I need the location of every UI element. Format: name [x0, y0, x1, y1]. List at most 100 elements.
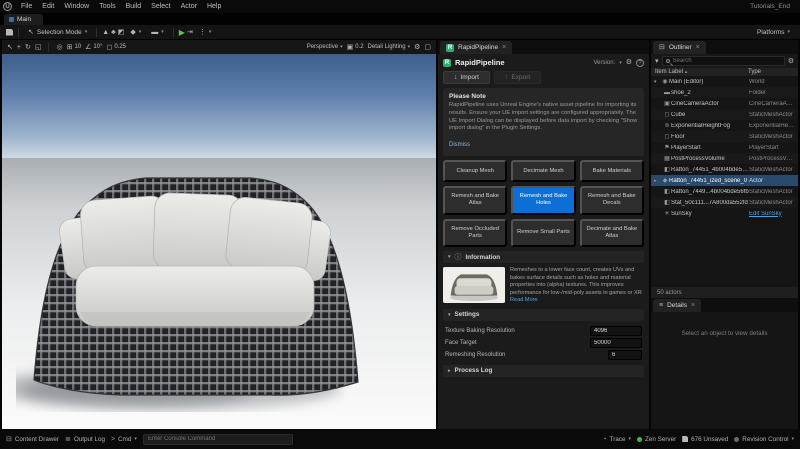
trace-dropdown[interactable]: ◔ Trace ▾ — [602, 436, 631, 443]
outliner-search-box[interactable] — [661, 56, 785, 66]
outliner-row-main[interactable]: ▾ ◉ Main (Editor) World — [651, 76, 798, 87]
zen-server-status[interactable]: Zen Server — [637, 436, 676, 443]
filter-icon[interactable]: ▾ — [655, 58, 659, 65]
cmd-dropdown[interactable]: > Cmd ▾ — [111, 436, 137, 443]
close-icon[interactable]: × — [502, 44, 506, 51]
move-tool-icon[interactable]: + — [17, 44, 21, 51]
outliner-search-input[interactable] — [672, 58, 781, 64]
outliner-row-ratton-mesh2[interactable]: ◧ Ratton_7449...4b004bde56fb StaticMeshA… — [651, 186, 798, 197]
scale-snap-toggle[interactable]: ◻ 0.25 — [107, 44, 127, 51]
world-coordinate-icon[interactable]: ◎ — [56, 44, 62, 51]
action-decimate-mesh[interactable]: Decimate Mesh — [511, 160, 576, 183]
foliage-mode-icon[interactable]: ♣ — [111, 29, 116, 36]
menu-window[interactable]: Window — [59, 0, 94, 13]
console-command-input[interactable] — [147, 436, 288, 442]
outliner-row-postprocess[interactable]: ▦ PostProcessVolume PostProcessVolume — [651, 153, 798, 164]
selection-mode-dropdown[interactable]: ↖ Selection Mode ▾ — [24, 26, 91, 38]
console-command-box[interactable] — [142, 433, 293, 445]
outliner-row-shoe2[interactable]: ▬ shoe_2 Folder — [651, 87, 798, 98]
plugin-settings-gear-icon[interactable]: ⚙ — [626, 59, 632, 66]
info-thumbnail — [443, 267, 505, 304]
chevron-right-icon[interactable]: ▸ — [654, 178, 661, 184]
menu-file[interactable]: File — [16, 0, 37, 13]
rattan-sofa-model[interactable] — [16, 150, 372, 412]
unsaved-changes-button[interactable]: 676 Unsaved — [682, 436, 728, 443]
camera-speed-control[interactable]: ▣ 0.2 — [347, 44, 364, 51]
menu-tools[interactable]: Tools — [94, 0, 120, 13]
tab-outliner[interactable]: ⊟ Outliner × — [653, 41, 706, 54]
rotate-tool-icon[interactable]: ↻ — [25, 44, 31, 51]
viewport-canvas[interactable] — [2, 54, 436, 429]
frame-skip-button[interactable]: ⇥ — [187, 29, 193, 36]
action-bake-materials[interactable]: Bake Materials — [579, 160, 644, 183]
menu-select[interactable]: Select — [146, 0, 175, 13]
outliner-row-heightfog[interactable]: ≋ ExponentialHeightFog ExponentialHeight… — [651, 120, 798, 131]
action-remove-occluded-parts[interactable]: Remove Occluded Parts — [443, 218, 508, 248]
outliner-settings-icon[interactable]: ⚙ — [788, 58, 794, 65]
action-remesh-bake-holes[interactable]: Remesh and Bake Holes — [511, 186, 576, 215]
outliner-row-stat-mesh[interactable]: ◧ Stat_50c111...7A800da552fd StaticMeshA… — [651, 197, 798, 208]
action-decimate-bake-atlas[interactable]: Decimate and Bake Atlas — [579, 218, 644, 248]
menu-help[interactable]: Help — [202, 0, 226, 13]
information-section-header[interactable]: ▾ ⓘ Information — [443, 251, 644, 264]
action-remove-small-parts[interactable]: Remove Small Parts — [511, 218, 576, 248]
column-type[interactable]: Type — [748, 69, 794, 75]
export-label: Export — [511, 74, 531, 81]
import-button[interactable]: ↓ Import — [443, 71, 490, 84]
tab-details[interactable]: ≡ Details × — [653, 299, 702, 312]
landscape-mode-icon[interactable]: ▲ — [102, 29, 109, 36]
action-remesh-bake-atlas[interactable]: Remesh and Bake Atlas — [443, 186, 508, 215]
cinematics-dropdown[interactable]: ▬ ▾ — [147, 26, 168, 38]
outliner-row-ratton-mesh1[interactable]: ◧ Ratton_74451_4b004bde55fb StaticMeshAc… — [651, 164, 798, 175]
content-drawer-icon: ⊟ — [6, 435, 12, 443]
action-cleanup-mesh[interactable]: Cleanup Mesh — [443, 160, 508, 183]
menu-edit[interactable]: Edit — [37, 0, 59, 13]
outliner-row-ratton-scene-selected[interactable]: ▸ ◆ Ratton_74451_ized_scene_0 Actor — [651, 175, 798, 186]
edit-sunsky-link[interactable]: Edit SunSky — [749, 211, 795, 217]
output-log-button[interactable]: ≣ Output Log — [65, 436, 105, 443]
texture-baking-resolution-input[interactable] — [590, 325, 642, 336]
content-drawer-button[interactable]: ⊟ Content Drawer — [6, 436, 59, 443]
settings-rows: Texture Baking Resolution Face Target Re… — [443, 325, 644, 361]
level-tab-main[interactable]: Main — [4, 14, 44, 25]
outliner-row-cinecamera[interactable]: ▣ CineCameraActor CineCameraActor — [651, 98, 798, 109]
chevron-down-icon[interactable]: ▾ — [654, 79, 661, 85]
action-remesh-bake-decals[interactable]: Remesh and Bake Decals — [579, 186, 644, 215]
face-target-input[interactable] — [590, 337, 642, 348]
platforms-dropdown[interactable]: Platforms ▾ — [753, 26, 794, 38]
close-icon[interactable]: × — [696, 44, 700, 51]
outliner-row-playerstart[interactable]: ⚑ PlayerStart PlayerStart — [651, 142, 798, 153]
help-icon[interactable]: ? — [636, 58, 644, 67]
menu-build[interactable]: Build — [121, 0, 147, 13]
outliner-row-cube[interactable]: ◻ Cube StaticMeshActor — [651, 109, 798, 120]
menu-actor[interactable]: Actor — [176, 0, 202, 13]
view-mode-dropdown[interactable]: Detail Lighting ▾ — [368, 44, 411, 50]
viewport-settings-icon[interactable]: ⚙ — [414, 44, 420, 51]
grid-snap-toggle[interactable]: ⊞ 10 — [67, 44, 82, 51]
play-button[interactable]: ▶ — [179, 28, 185, 37]
column-item-label[interactable]: Item Label ▴ — [655, 69, 748, 75]
process-log-section-header[interactable]: ▸ Process Log — [443, 364, 644, 377]
rotation-snap-toggle[interactable]: ∠ 10° — [85, 44, 102, 51]
perspective-dropdown[interactable]: Perspective ▾ — [307, 44, 343, 50]
settings-section-header[interactable]: ▾ Settings — [443, 308, 644, 321]
dismiss-link[interactable]: Dismiss — [449, 142, 470, 148]
scale-tool-icon[interactable]: ◱ — [35, 44, 42, 51]
remeshing-resolution-input[interactable] — [608, 349, 642, 360]
mesh-paint-icon[interactable]: ◩ — [118, 29, 125, 36]
read-more-link[interactable]: Read More — [510, 297, 538, 303]
maximize-viewport-icon[interactable]: ▢ — [424, 44, 431, 51]
select-tool-icon[interactable]: ↖ — [7, 44, 13, 51]
chevron-down-icon[interactable]: ▾ — [619, 60, 622, 66]
save-icon[interactable] — [6, 28, 13, 36]
revision-control-dropdown[interactable]: Revision Control ▾ — [734, 436, 794, 443]
close-icon[interactable]: × — [691, 302, 695, 309]
outliner-row-sunsky[interactable]: ☀ SunSky Edit SunSky — [651, 208, 798, 219]
please-note-box: Please Note RapidPipeline uses Unreal En… — [443, 88, 644, 157]
tab-rapidpipeline[interactable]: R RapidPipeline × — [440, 41, 513, 54]
unreal-logo-icon[interactable]: U — [3, 2, 12, 11]
play-options-dropdown[interactable]: ⋮ ▾ — [195, 26, 216, 38]
outliner-row-floor[interactable]: ◻ Floor StaticMeshActor — [651, 131, 798, 142]
blueprints-dropdown[interactable]: ◆ ▾ — [126, 26, 145, 38]
export-button[interactable]: ↑ Export — [493, 71, 542, 84]
